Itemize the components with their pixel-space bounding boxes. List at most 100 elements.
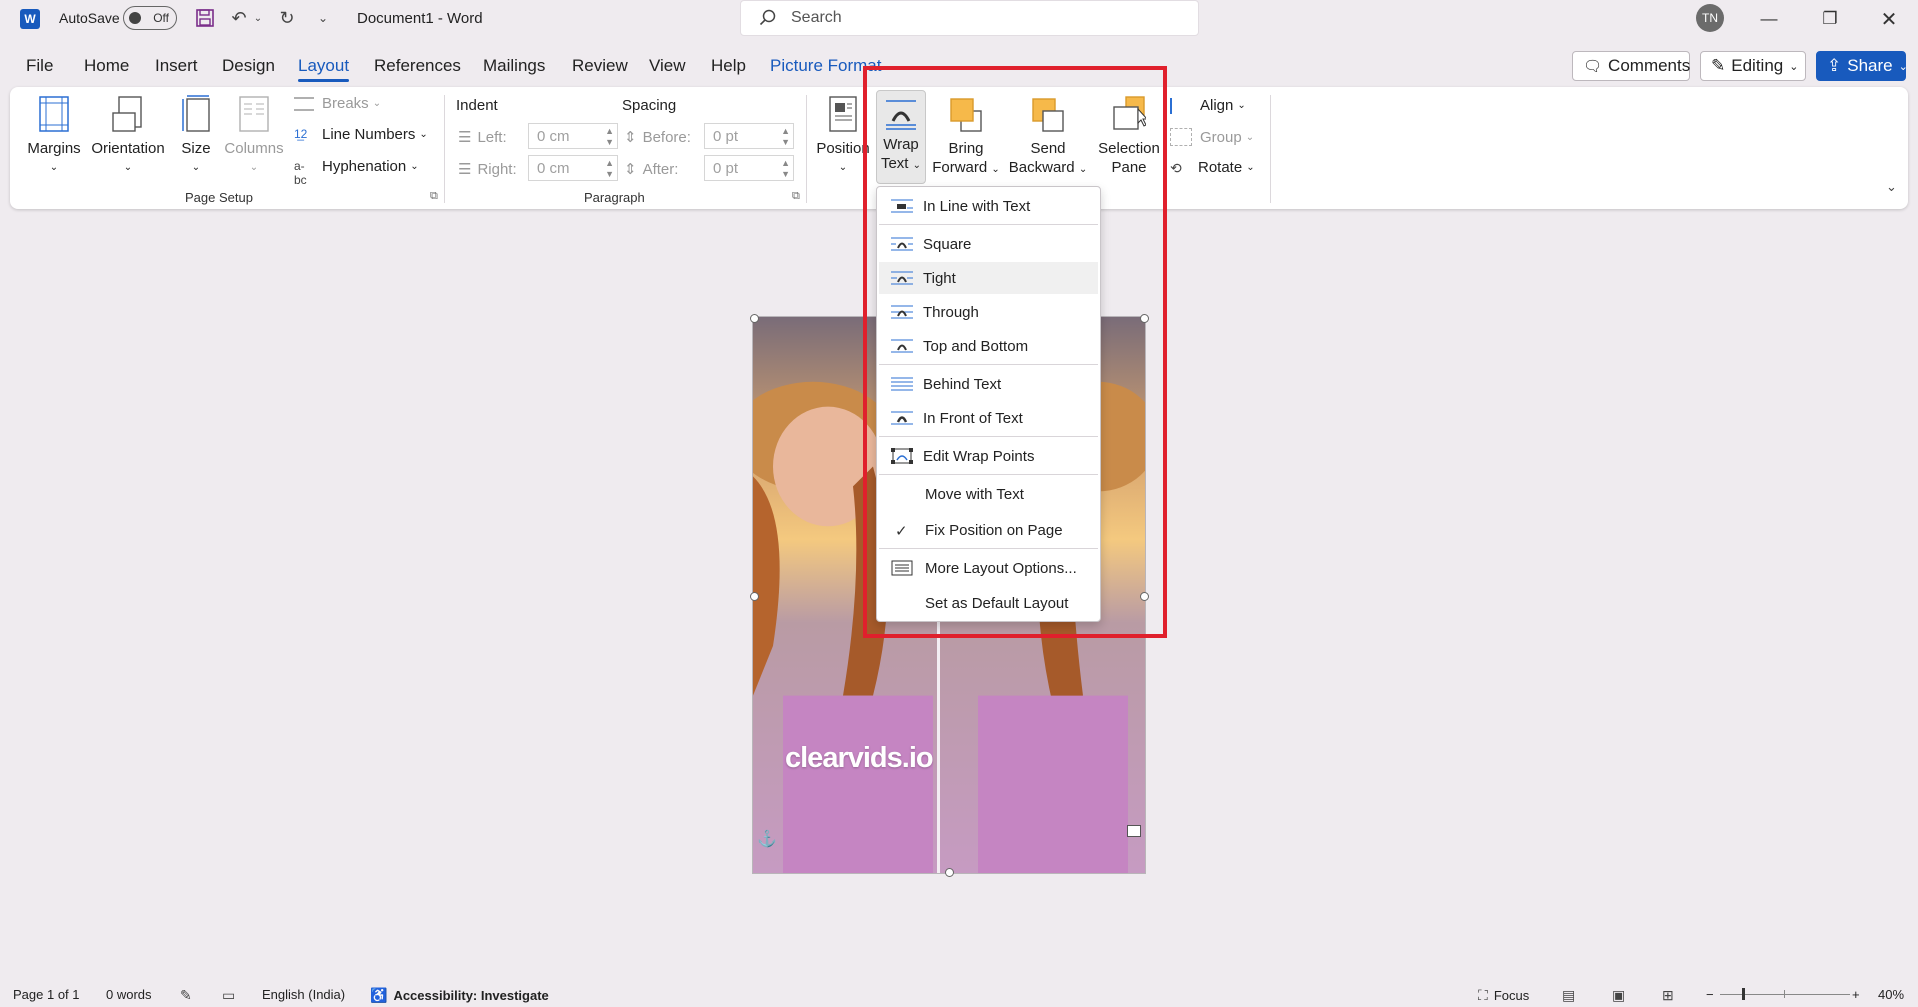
share-button[interactable]: ⇪ Share ⌄ <box>1816 51 1908 81</box>
line-numbers-button[interactable]: 1̲2 Line Numbers ⌄ <box>294 126 428 143</box>
chevron-down-icon: ⌄ <box>372 98 382 109</box>
zoom-in-icon[interactable]: + <box>1852 987 1860 1002</box>
breaks-icon <box>294 96 314 111</box>
proofing-icon[interactable]: ✎ <box>180 987 198 1004</box>
line-numbers-icon: 1̲2 <box>294 126 308 141</box>
breaks-button[interactable]: Breaks ⌄ <box>294 95 381 112</box>
spin-down-icon[interactable]: ▼ <box>781 137 790 147</box>
tab-mailings[interactable]: Mailings <box>483 56 545 76</box>
spin-up-icon[interactable]: ▲ <box>781 158 790 168</box>
indent-right-field[interactable]: 0 cm ▲ ▼ <box>528 155 618 181</box>
search-icon <box>759 9 776 26</box>
size-button[interactable]: Size ⌄ <box>175 95 217 177</box>
redo-icon[interactable]: ↻ <box>275 6 299 30</box>
spin-up-icon[interactable]: ▲ <box>605 126 614 136</box>
tab-review[interactable]: Review <box>572 56 628 76</box>
word-logo-icon: W <box>20 9 40 29</box>
customize-qat-icon[interactable]: ⌄ <box>311 6 335 30</box>
read-mode-icon[interactable]: ▤ <box>1562 987 1581 1004</box>
editing-button[interactable]: ✎ Editing ⌄ <box>1700 51 1806 81</box>
chevron-down-icon: ⌄ <box>410 161 419 172</box>
tab-view[interactable]: View <box>649 56 686 76</box>
indent-left-field[interactable]: 0 cm ▲ ▼ <box>528 123 618 149</box>
tab-home[interactable]: Home <box>84 56 129 76</box>
orientation-label: Orientation <box>91 140 165 157</box>
group-icon <box>1170 128 1192 146</box>
tab-help[interactable]: Help <box>711 56 746 76</box>
book-icon[interactable]: ▭ <box>222 987 241 1004</box>
tab-insert[interactable]: Insert <box>155 56 198 76</box>
tab-layout[interactable]: Layout <box>298 56 350 82</box>
group-button[interactable]: Group ⌄ <box>1170 128 1254 146</box>
chevron-down-icon: ⌄ <box>1898 60 1908 73</box>
print-layout-icon[interactable]: ▣ <box>1612 987 1631 1004</box>
undo-icon[interactable]: ↶ <box>227 6 251 30</box>
indent-right-icon: ☰ <box>458 161 472 178</box>
position-icon <box>829 96 857 132</box>
position-button[interactable]: Position ⌄ <box>816 95 870 177</box>
minimize-icon[interactable]: — <box>1746 4 1792 34</box>
rotate-button[interactable]: ⟲ Rotate ⌄ <box>1170 159 1255 176</box>
toggle-knob <box>129 12 141 24</box>
autosave-toggle[interactable]: Off <box>123 6 177 30</box>
search-input[interactable]: Search <box>740 0 1199 36</box>
spin-down-icon[interactable]: ▼ <box>605 169 614 179</box>
word-count[interactable]: 0 words <box>106 987 152 1002</box>
save-icon[interactable] <box>193 6 217 30</box>
spacing-after-icon: ⇕ <box>624 161 637 178</box>
resize-handle[interactable] <box>750 314 759 323</box>
zoom-out-icon[interactable]: − <box>1706 987 1714 1002</box>
paragraph-launcher-icon[interactable]: ⧉ <box>792 190 800 203</box>
zoom-slider[interactable] <box>1720 988 1850 1000</box>
indent-right-text: Right: <box>477 160 517 178</box>
chevron-down-icon: ⌄ <box>1245 131 1255 143</box>
chevron-down-icon: ⌄ <box>123 162 133 173</box>
chevron-down-icon: ⌄ <box>1789 60 1799 73</box>
resize-handle[interactable] <box>750 592 759 601</box>
resize-handle[interactable] <box>945 868 954 877</box>
pencil-icon: ✎ <box>1711 56 1726 75</box>
spin-up-icon[interactable]: ▲ <box>781 126 790 136</box>
collapse-ribbon-icon[interactable]: ⌄ <box>1886 179 1897 195</box>
margins-button[interactable]: Margins ⌄ <box>27 95 81 177</box>
undo-dropdown-icon[interactable]: ⌄ <box>251 6 265 30</box>
margins-label: Margins <box>27 140 81 157</box>
spacing-before-text: Before: <box>642 128 691 146</box>
position-label: Position <box>816 140 870 157</box>
spin-down-icon[interactable]: ▼ <box>605 137 614 147</box>
watermark-text: clearvids.io <box>785 742 934 774</box>
group-divider <box>1270 95 1271 203</box>
tab-design[interactable]: Design <box>222 56 275 76</box>
align-button[interactable]: Align ⌄ <box>1170 97 1246 114</box>
search-placeholder: Search <box>791 9 842 26</box>
layout-options-icon[interactable] <box>1127 825 1141 837</box>
document-title: Document1 - Word <box>357 10 483 27</box>
spacing-before-field[interactable]: 0 pt ▲ ▼ <box>704 123 794 149</box>
comments-button[interactable]: 🗨 Comments <box>1572 51 1690 81</box>
accessibility-status[interactable]: ♿ Accessibility: Investigate <box>370 987 549 1004</box>
spin-down-icon[interactable]: ▼ <box>781 169 790 179</box>
page-setup-launcher-icon[interactable]: ⧉ <box>430 190 438 203</box>
zoom-slider-thumb[interactable] <box>1742 988 1745 1000</box>
language-status[interactable]: English (India) <box>262 987 345 1002</box>
hyphenation-button[interactable]: a-bc Hyphenation ⌄ <box>294 158 419 187</box>
share-icon: ⇪ <box>1827 56 1842 75</box>
editing-label: Editing <box>1731 56 1784 75</box>
spin-up-icon[interactable]: ▲ <box>605 158 614 168</box>
spacing-after-value: 0 pt <box>713 160 739 177</box>
close-icon[interactable]: ✕ <box>1866 4 1912 34</box>
spacing-after-field[interactable]: 0 pt ▲ ▼ <box>704 155 794 181</box>
columns-button[interactable]: Columns ⌄ <box>222 95 286 177</box>
restore-icon[interactable]: ❐ <box>1807 4 1853 34</box>
web-layout-icon[interactable]: ⊞ <box>1662 987 1680 1004</box>
hyphenation-label: Hyphenation <box>322 158 407 175</box>
indent-right-label: ☰ Right: <box>458 160 517 179</box>
focus-button[interactable]: ⛶ Focus <box>1478 987 1529 1004</box>
zoom-level[interactable]: 40% <box>1878 987 1904 1002</box>
tab-file[interactable]: File <box>26 56 53 76</box>
group-label: Group <box>1200 128 1242 146</box>
page-count[interactable]: Page 1 of 1 <box>13 987 80 1002</box>
tab-references[interactable]: References <box>374 56 461 76</box>
avatar[interactable]: TN <box>1696 4 1724 32</box>
orientation-button[interactable]: Orientation ⌄ <box>88 95 168 177</box>
